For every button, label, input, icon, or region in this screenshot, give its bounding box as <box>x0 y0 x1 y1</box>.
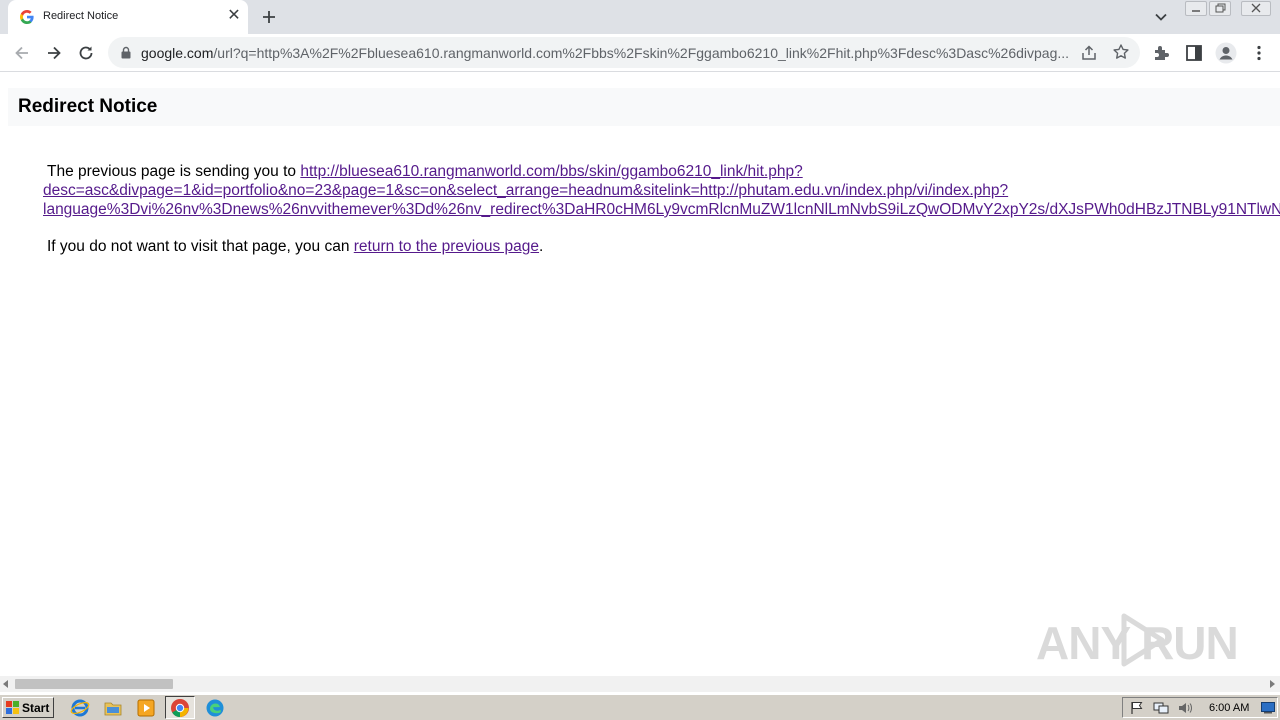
restore-icon <box>1215 3 1226 13</box>
scroll-right-arrow-icon[interactable] <box>1270 680 1275 688</box>
tab-title: Redirect Notice <box>43 10 119 22</box>
show-desktop-icon[interactable] <box>1261 702 1275 714</box>
url-path: /url?q=http%3A%2F%2Fbluesea610.rangmanwo… <box>213 45 1070 61</box>
scroll-left-arrow-icon[interactable] <box>3 680 8 688</box>
return-prefix-text: If you do not want to visit that page, y… <box>47 238 350 255</box>
file-explorer-folder-icon[interactable] <box>103 698 123 718</box>
more-menu-icon[interactable] <box>1249 43 1269 63</box>
sending-prefix-text: The previous page is sending you to <box>47 163 297 180</box>
tab-redirect-notice[interactable]: Redirect Notice ✕ <box>8 0 248 34</box>
lock-icon[interactable] <box>121 46 131 59</box>
edge-icon[interactable] <box>205 698 225 718</box>
horizontal-scrollbar[interactable] <box>0 676 1280 692</box>
page-title: Redirect Notice <box>18 96 158 117</box>
redirect-url-link-line-2[interactable]: desc=asc&divpage=1&id=portfolio&no=23&pa… <box>43 182 1008 199</box>
redirect-url-link-line-1[interactable]: http://bluesea610.rangmanworld.com/bbs/s… <box>300 163 802 180</box>
page-title-bar: Redirect Notice <box>8 88 1280 126</box>
forward-arrow-icon[interactable] <box>44 43 64 63</box>
extensions-puzzle-icon[interactable] <box>1152 43 1172 63</box>
chrome-taskbar-button[interactable] <box>165 696 195 719</box>
minimize-icon <box>1192 10 1200 12</box>
system-tray: 6:00 AM <box>1122 697 1278 718</box>
network-icon[interactable] <box>1153 701 1169 715</box>
start-label: Start <box>22 701 50 715</box>
close-window-button[interactable] <box>1241 1 1271 16</box>
action-center-flag-icon[interactable] <box>1129 701 1145 715</box>
return-previous-page-link[interactable]: return to the previous page <box>354 238 539 255</box>
reload-icon[interactable] <box>76 43 96 63</box>
media-player-icon[interactable] <box>136 698 156 718</box>
play-logo-icon <box>1121 613 1165 667</box>
address-bar[interactable]: google.com/url?q=http%3A%2F%2Fbluesea610… <box>108 37 1140 68</box>
tab-strip: Redirect Notice ✕ <box>0 0 1280 34</box>
chevron-down-icon[interactable] <box>1152 8 1170 26</box>
google-favicon-icon <box>20 10 34 24</box>
redirect-url-link-line-3[interactable]: language%3Dvi%26nv%3Dnews%26nvvithemever… <box>43 201 1280 218</box>
scrollbar-thumb[interactable] <box>15 679 173 689</box>
new-tab-plus-icon[interactable] <box>258 6 280 28</box>
tab-close-icon[interactable]: ✕ <box>226 8 242 24</box>
volume-speaker-icon[interactable] <box>1177 701 1193 715</box>
url-text[interactable]: google.com/url?q=http%3A%2F%2Fbluesea610… <box>141 45 1079 61</box>
taskbar-clock[interactable]: 6:00 AM <box>1209 702 1249 714</box>
bookmark-star-icon[interactable] <box>1112 43 1130 61</box>
close-icon <box>1251 3 1261 13</box>
minimize-button[interactable] <box>1185 1 1207 16</box>
restore-button[interactable] <box>1209 1 1231 16</box>
internet-explorer-icon[interactable] <box>70 698 90 718</box>
windows-taskbar: Start 6:00 AM <box>0 694 1280 720</box>
window-controls <box>1183 0 1275 18</box>
back-arrow-icon[interactable] <box>12 43 32 63</box>
profile-avatar-icon[interactable] <box>1215 42 1237 64</box>
return-suffix-text: . <box>539 238 544 255</box>
start-button[interactable]: Start <box>2 697 54 718</box>
side-panel-icon[interactable] <box>1184 43 1204 63</box>
browser-toolbar: google.com/url?q=http%3A%2F%2Fbluesea610… <box>0 34 1280 72</box>
windows-logo-icon <box>6 701 19 714</box>
redirect-message: The previous page is sending you to http… <box>43 162 1280 219</box>
chrome-icon <box>171 699 189 717</box>
return-message: If you do not want to visit that page, y… <box>47 238 543 256</box>
anyrun-watermark: ANY RUN <box>1036 606 1239 670</box>
share-icon[interactable] <box>1080 44 1098 62</box>
url-host: google.com <box>141 45 214 61</box>
